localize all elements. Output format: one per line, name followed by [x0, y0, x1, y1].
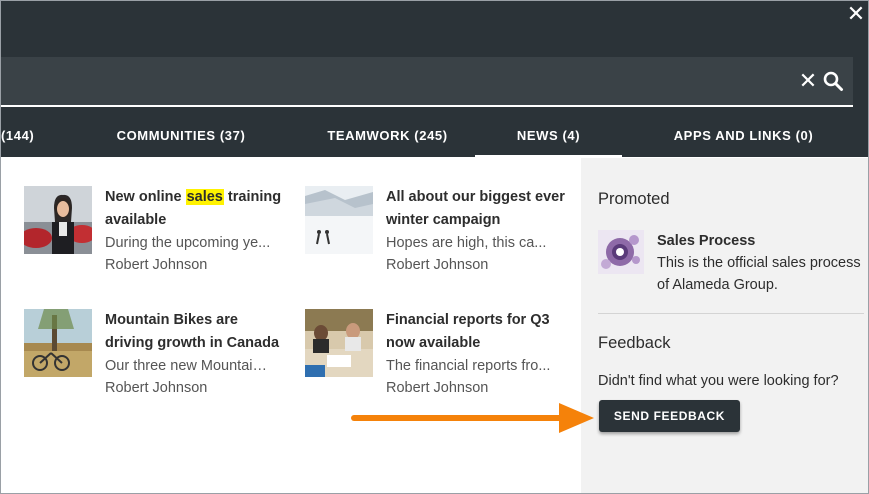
- promoted-description: This is the official sales process of Al…: [657, 255, 861, 293]
- tab-news[interactable]: NEWS (4): [475, 117, 622, 157]
- result-author: Robert Johnson: [105, 257, 208, 273]
- result-description: Hopes are high, this ca...: [386, 235, 547, 251]
- result-author: Robert Johnson: [386, 257, 489, 273]
- clear-icon[interactable]: ✕: [798, 70, 818, 92]
- result-description: Our three new Mountain ...: [105, 358, 273, 374]
- tab-communities[interactable]: COMMUNITIES (37): [101, 117, 261, 157]
- result-author: Robert Johnson: [105, 380, 208, 396]
- promoted-heading: Promoted: [598, 190, 670, 208]
- annotation-arrow-icon: [351, 403, 594, 433]
- search-icon[interactable]: [822, 70, 844, 92]
- feedback-prompt: Didn't find what you were looking for?: [598, 373, 839, 389]
- close-icon[interactable]: ✕: [846, 3, 866, 25]
- search-bar: ✕: [1, 57, 853, 107]
- sidebar-divider: [598, 313, 864, 314]
- tab-all[interactable]: (144): [1, 117, 35, 157]
- result-title: Financial reports for Q3 now available: [386, 312, 550, 351]
- news-result[interactable]: All about our biggest ever winter campai…: [305, 186, 575, 296]
- search-input[interactable]: [1, 57, 781, 105]
- result-title: All about our biggest ever winter campai…: [386, 189, 565, 228]
- sales-process-graphic: [598, 230, 644, 274]
- result-title: New online sales training available: [105, 189, 282, 228]
- result-description: During the upcoming ye...: [105, 235, 271, 251]
- mountain-bike-photo: [24, 309, 92, 377]
- result-tabs: (144) COMMUNITIES (37) TEAMWORK (245) NE…: [1, 117, 868, 157]
- search-dialog: ✕ ✕ (144) COMMUNITIES (37) TEAMWORK (245…: [0, 0, 869, 494]
- send-feedback-button[interactable]: SEND FEEDBACK: [599, 400, 740, 432]
- tab-teamwork[interactable]: TEAMWORK (245): [314, 117, 461, 157]
- feedback-heading: Feedback: [598, 334, 671, 352]
- saleswoman-photo: [24, 186, 92, 254]
- promoted-title: Sales Process: [657, 233, 756, 249]
- news-result[interactable]: Mountain Bikes are driving growth in Can…: [24, 309, 294, 419]
- news-results: New online sales training available Duri…: [1, 158, 581, 493]
- search-sidebar: Promoted Sales Process This is the offic…: [581, 158, 868, 493]
- result-description: The financial reports fro...: [386, 358, 551, 374]
- tab-apps-and-links[interactable]: APPS AND LINKS (0): [661, 117, 826, 157]
- promoted-item[interactable]: Sales Process This is the official sales…: [598, 230, 866, 296]
- search-header: ✕ ✕ (144) COMMUNITIES (37) TEAMWORK (245…: [1, 1, 868, 157]
- result-author: Robert Johnson: [386, 380, 489, 396]
- snow-ski-photo: [305, 186, 373, 254]
- office-meeting-photo: [305, 309, 373, 377]
- search-highlight: sales: [185, 189, 224, 205]
- result-title: Mountain Bikes are driving growth in Can…: [105, 312, 280, 351]
- news-result[interactable]: New online sales training available Duri…: [24, 186, 294, 296]
